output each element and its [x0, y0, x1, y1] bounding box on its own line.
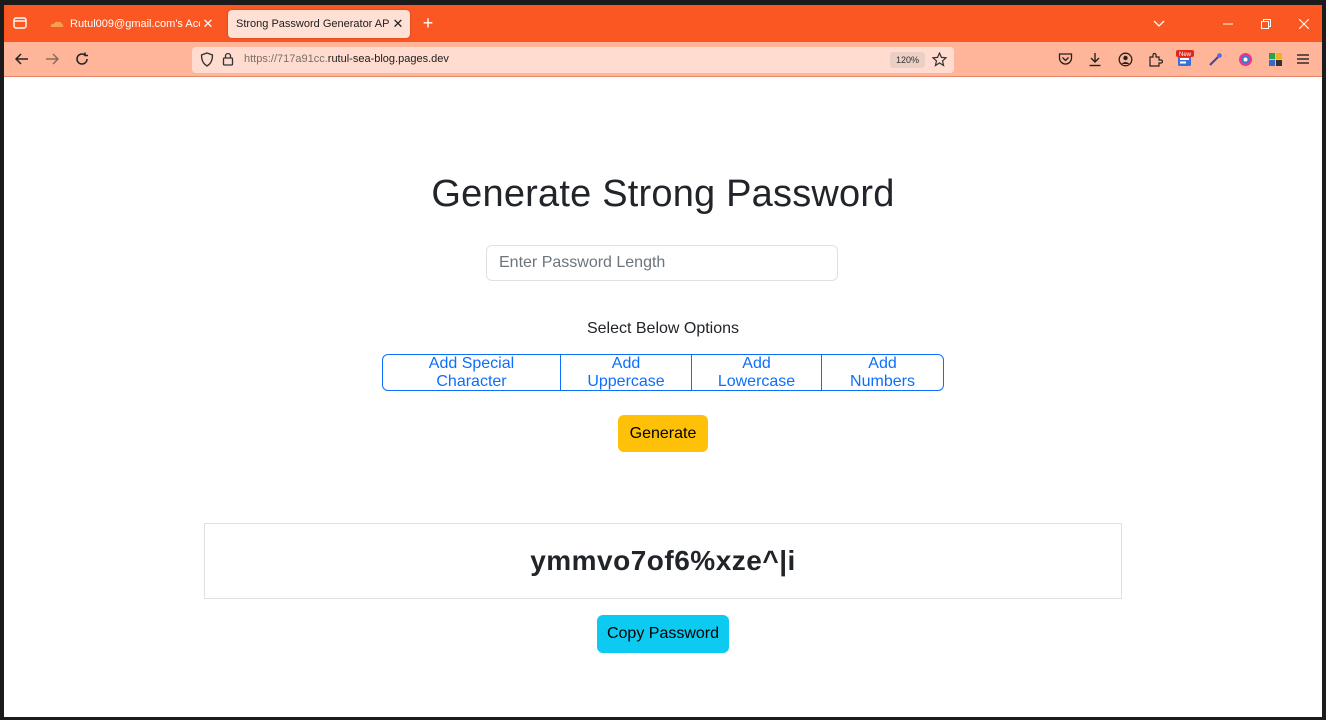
close-tab-icon[interactable]: ✕	[200, 16, 216, 32]
options-button-group: Add Special Character Add Uppercase Add …	[382, 354, 944, 391]
eyedropper-icon[interactable]	[1206, 50, 1224, 68]
menu-icon[interactable]	[1294, 50, 1312, 68]
minimize-icon[interactable]	[1210, 5, 1246, 42]
palette-extension-icon[interactable]	[1266, 50, 1284, 68]
browser-window: Rutul009@gmail.com's Account ✕ Strong Pa…	[4, 5, 1322, 717]
list-all-tabs-icon[interactable]	[1141, 5, 1177, 42]
new-tab-icon[interactable]: +	[418, 13, 438, 33]
close-tab-icon[interactable]: ✕	[390, 16, 406, 32]
cloud-icon	[50, 21, 64, 27]
forward-icon[interactable]	[42, 49, 62, 69]
tab-title: Strong Password Generator APP	[236, 18, 390, 30]
back-icon[interactable]	[12, 49, 32, 69]
news-extension-icon[interactable]: New	[1176, 50, 1194, 68]
page-title: Generate Strong Password	[431, 173, 895, 215]
generated-password: ymmvo7of6%xze^|i	[530, 545, 796, 576]
address-bar[interactable]: https://717a91cc.rutul-sea-blog.pages.de…	[192, 47, 954, 73]
add-lowercase-button[interactable]: Add Lowercase	[691, 354, 822, 391]
options-label: Select Below Options	[586, 320, 740, 337]
password-length-input[interactable]	[486, 245, 838, 281]
url-domain: rutul-sea-blog.pages.dev	[327, 53, 449, 65]
generate-button[interactable]: Generate	[618, 415, 708, 452]
reload-icon[interactable]	[72, 49, 92, 69]
new-badge: New	[1179, 52, 1192, 58]
tab-password-generator[interactable]: Strong Password Generator APP ✕	[228, 10, 410, 38]
add-uppercase-button[interactable]: Add Uppercase	[560, 354, 692, 391]
tab-account[interactable]: Rutul009@gmail.com's Account ✕	[42, 10, 220, 38]
extensions-icon[interactable]	[1146, 50, 1164, 68]
shield-icon[interactable]	[200, 52, 214, 67]
tab-title: Rutul009@gmail.com's Account	[70, 18, 200, 30]
bookmark-star-icon[interactable]	[932, 52, 947, 67]
pocket-icon[interactable]	[1056, 50, 1074, 68]
downloads-icon[interactable]	[1086, 50, 1104, 68]
url-text: https://717a91cc.rutul-sea-blog.pages.de…	[244, 53, 449, 65]
page-content: Generate Strong Password Select Below Op…	[4, 77, 1322, 717]
add-special-character-button[interactable]: Add Special Character	[382, 354, 561, 391]
tab-strip: Rutul009@gmail.com's Account ✕ Strong Pa…	[4, 5, 1322, 42]
lock-icon[interactable]	[222, 52, 234, 66]
password-result-box: ymmvo7of6%xze^|i	[204, 523, 1122, 599]
restore-icon[interactable]	[1248, 5, 1284, 42]
tab-list-icon[interactable]	[12, 15, 28, 31]
account-icon[interactable]	[1116, 50, 1134, 68]
navigation-toolbar: https://717a91cc.rutul-sea-blog.pages.de…	[4, 42, 1322, 77]
window-close-icon[interactable]	[1286, 5, 1322, 42]
copy-password-button[interactable]: Copy Password	[597, 615, 729, 653]
color-picker-icon[interactable]	[1236, 50, 1254, 68]
add-numbers-button[interactable]: Add Numbers	[821, 354, 944, 391]
url-prefix: https://717a91cc.	[244, 53, 328, 65]
zoom-indicator[interactable]: 120%	[890, 52, 926, 68]
